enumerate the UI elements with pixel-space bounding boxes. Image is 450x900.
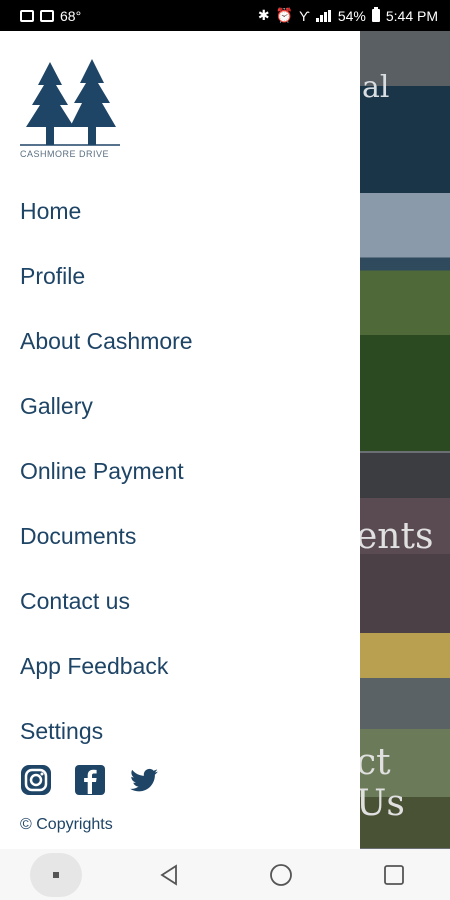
back-icon (160, 863, 177, 886)
system-navigation-bar (0, 849, 450, 900)
dot-icon (53, 871, 60, 878)
clock: 5:44 PM (385, 7, 438, 24)
menu-item-app-feedback[interactable]: App Feedback (0, 634, 360, 699)
battery-icon (371, 7, 380, 22)
bluetooth-icon: ✱ (257, 7, 270, 23)
back-button[interactable] (139, 849, 199, 900)
social-links (20, 764, 160, 796)
menu-item-contact[interactable]: Contact us (0, 569, 360, 634)
home-circle-icon (270, 863, 293, 886)
gallery-notification-icon (20, 9, 34, 22)
alarm-icon: ⏰ (275, 7, 293, 23)
copyright: © Copyrights (20, 816, 113, 833)
recent-dot-button[interactable] (26, 849, 86, 900)
home-button[interactable] (251, 849, 311, 900)
news-notification-icon (40, 9, 54, 22)
background-gallery-card (360, 193, 450, 451)
twitter-icon[interactable] (128, 764, 160, 796)
overview-button[interactable] (364, 849, 424, 900)
background-documents-text: ents (356, 516, 434, 557)
menu-item-documents[interactable]: Documents (0, 504, 360, 569)
signal-icon (315, 9, 332, 22)
temperature: 68° (60, 7, 82, 24)
instagram-icon[interactable] (20, 764, 52, 796)
vibrate-icon: ϒ (299, 7, 310, 24)
background-documents-card (360, 453, 450, 678)
battery-percent: 54% (337, 7, 366, 24)
menu-item-online-payment[interactable]: Online Payment (0, 439, 360, 504)
status-bar: 68° ✱ ⏰ ϒ 54% 5:44 PM (0, 0, 450, 31)
menu-item-settings[interactable]: Settings (0, 699, 360, 764)
menu-item-profile[interactable]: Profile (0, 244, 360, 309)
drawer-menu: Home Profile About Cashmore Gallery Onli… (0, 179, 360, 764)
menu-item-gallery[interactable]: Gallery (0, 374, 360, 439)
logo-caption: CASHMORE DRIVE (20, 149, 110, 159)
background-contact-text: ct Us (356, 742, 405, 824)
menu-item-home[interactable]: Home (0, 179, 360, 244)
background-title-text: al (362, 70, 390, 105)
menu-item-about[interactable]: About Cashmore (0, 309, 360, 374)
facebook-icon[interactable] (74, 764, 106, 796)
overview-square-icon (383, 864, 404, 885)
navigation-drawer: CASHMORE DRIVE Home Profile About Cashmo… (0, 31, 360, 849)
